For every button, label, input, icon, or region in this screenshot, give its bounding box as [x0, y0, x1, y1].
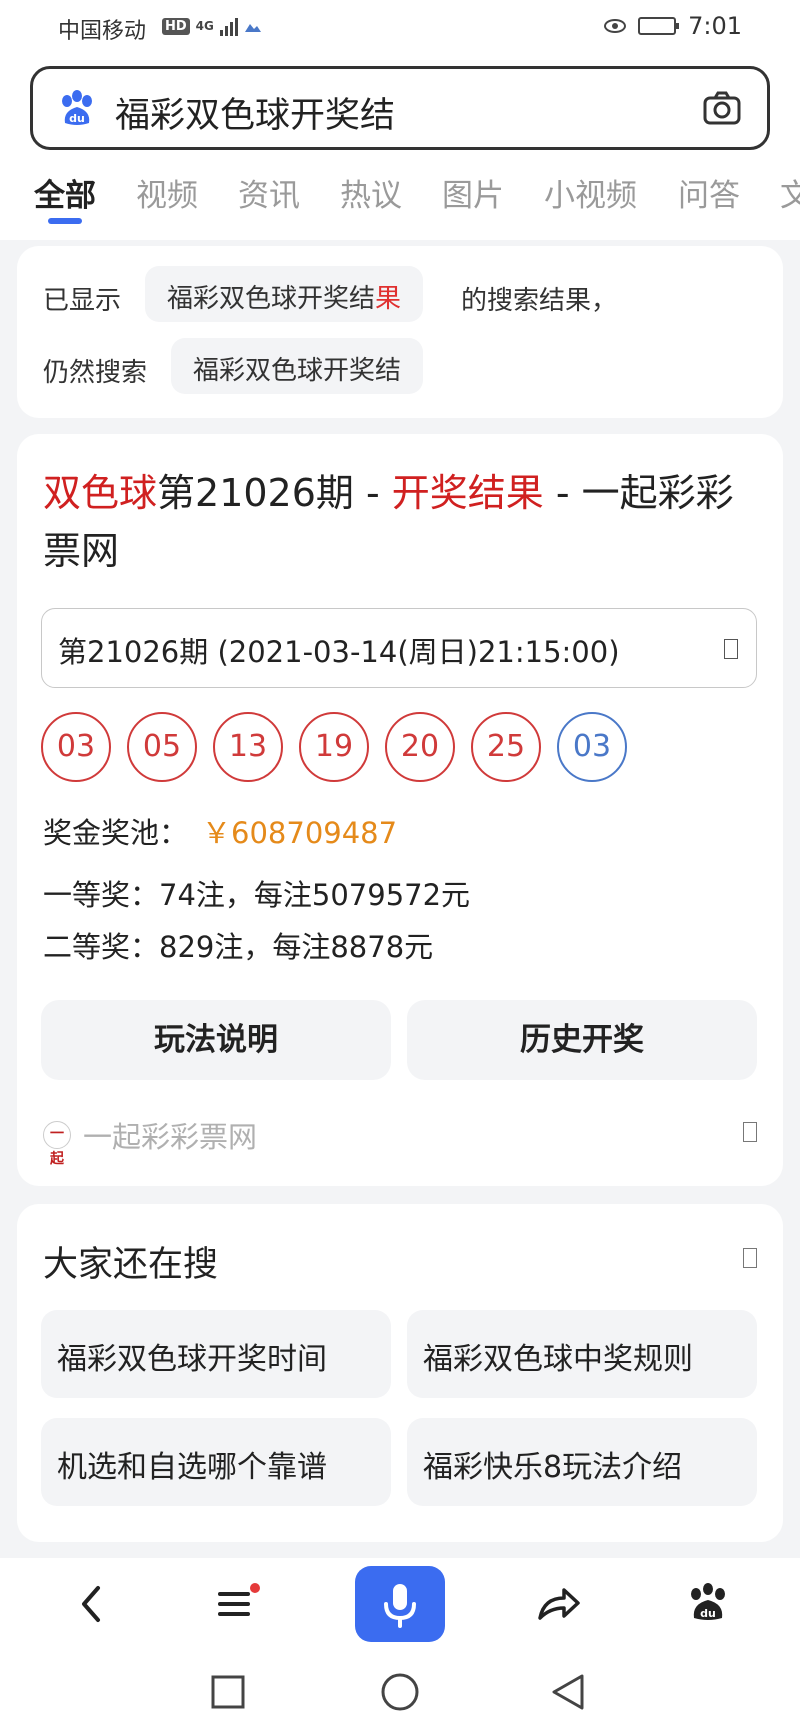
original-query-chip[interactable]: 福彩双色球开奖结: [171, 338, 424, 394]
title-highlight-1: 双色球: [43, 471, 158, 515]
correction-prefix: 已显示: [43, 286, 122, 316]
source-name: 一起彩彩票网: [83, 1120, 258, 1154]
svg-text:du: du: [700, 1607, 716, 1620]
tab-news[interactable]: 资讯: [238, 170, 300, 215]
source-link[interactable]: 一起 一起彩彩票网: [43, 1114, 258, 1167]
status-right: 7:01: [604, 12, 742, 40]
related-searches-card: 大家还在搜 福彩双色球开奖时间 福彩双色球中奖规则 机选和自选哪个靠谱 福彩快乐…: [17, 1204, 783, 1542]
tab-short-video[interactable]: 小视频: [544, 170, 637, 215]
eye-comfort-icon: [604, 19, 627, 33]
search-tabs: 全部 视频 资讯 热议 图片 小视频 问答 文: [0, 164, 800, 224]
tab-video[interactable]: 视频: [136, 170, 198, 215]
tab-images[interactable]: 图片: [442, 170, 504, 215]
related-search-item[interactable]: 机选和自选哪个靠谱: [41, 1418, 391, 1506]
baidu-paw-icon: du: [62, 90, 92, 125]
blue-ball: 03: [557, 712, 627, 782]
rules-button[interactable]: 玩法说明: [41, 1000, 391, 1080]
title-highlight-2: 开奖结果: [391, 471, 544, 515]
camera-icon[interactable]: [703, 91, 741, 125]
tab-hot-discussion[interactable]: 热议: [340, 170, 402, 215]
image-notification-icon: [244, 24, 261, 32]
red-ball: 20: [385, 712, 455, 782]
hd-icon: HD: [162, 17, 190, 35]
red-ball: 19: [299, 712, 369, 782]
search-input[interactable]: 福彩双色球开奖结: [115, 87, 395, 138]
red-ball: 03: [41, 712, 111, 782]
first-prize: 一等奖：74注，每注5079572元: [43, 878, 471, 912]
share-icon[interactable]: [534, 1572, 584, 1636]
more-options-icon[interactable]: [743, 1248, 757, 1268]
related-search-item[interactable]: 福彩双色球开奖时间: [41, 1310, 391, 1398]
battery-icon: [638, 17, 680, 35]
title-text-1: 第21026期 -: [157, 471, 392, 515]
related-search-item[interactable]: 福彩快乐8玩法介绍: [407, 1418, 757, 1506]
system-navigation-bar: [0, 1650, 800, 1734]
home-icon[interactable]: [380, 1672, 420, 1712]
draw-period-value: 第21026期 (2021-03-14(周日)21:15:00): [58, 635, 620, 669]
red-ball: 13: [213, 712, 283, 782]
source-logo: 一起: [43, 1121, 71, 1167]
recent-apps-icon[interactable]: [210, 1674, 246, 1710]
back-arrow-icon[interactable]: [70, 1572, 110, 1636]
corrected-char: 果: [375, 284, 402, 314]
voice-search-button[interactable]: [355, 1566, 445, 1642]
dropdown-icon: [724, 639, 738, 659]
clock: 7:01: [688, 12, 742, 40]
search-box[interactable]: du 福彩双色球开奖结: [30, 66, 770, 150]
query-correction-card: 已显示 福彩双色球开奖结果 的搜索结果， 仍然搜索 福彩双色球开奖结: [17, 246, 783, 418]
history-button[interactable]: 历史开奖: [407, 1000, 757, 1080]
lottery-result-card: 双色球第21026期 - 开奖结果 - 一起彩彩票网 第21026期 (2021…: [17, 434, 783, 1186]
tab-all[interactable]: 全部: [34, 170, 96, 215]
svg-text:du: du: [69, 112, 85, 125]
back-triangle-icon[interactable]: [550, 1672, 586, 1712]
red-ball: 05: [127, 712, 197, 782]
result-title-link[interactable]: 双色球第21026期 - 开奖结果 - 一起彩彩票网: [43, 464, 763, 580]
tab-qa[interactable]: 问答: [678, 170, 740, 215]
prize-pool-amount: ￥608709487: [202, 816, 398, 850]
network-indicators: HD 4G: [162, 16, 262, 36]
correction-suffix: 的搜索结果，: [461, 286, 618, 316]
bottom-toolbar: du: [0, 1558, 800, 1650]
signal-icon: [219, 16, 238, 36]
tab-more[interactable]: 文: [780, 170, 800, 215]
carrier-label: 中国移动: [58, 19, 147, 44]
network-type-label: 4G: [195, 19, 214, 33]
microphone-icon: [384, 1584, 416, 1628]
prize-pool-label: 奖金奖池：: [43, 816, 189, 850]
corrected-query-text: 福彩双色球开奖结: [167, 284, 376, 314]
corrected-query-chip[interactable]: 福彩双色球开奖结果: [145, 266, 424, 322]
draw-period-select[interactable]: 第21026期 (2021-03-14(周日)21:15:00): [41, 608, 757, 688]
top-area: 中国移动 HD 4G 7:01 du 福彩双色球开奖结 全部 视频 资讯 热议 …: [0, 0, 800, 240]
second-prize: 二等奖：829注，每注8878元: [43, 930, 434, 964]
winning-numbers: 03 05 13 19 20 25 03: [41, 712, 627, 782]
more-options-icon[interactable]: [743, 1122, 757, 1142]
related-heading: 大家还在搜: [43, 1245, 219, 1285]
menu-icon[interactable]: [214, 1572, 264, 1636]
related-search-item[interactable]: 福彩双色球中奖规则: [407, 1310, 757, 1398]
red-ball: 25: [471, 712, 541, 782]
prize-pool: 奖金奖池： ￥608709487: [43, 810, 397, 852]
active-tab-indicator: [48, 218, 82, 224]
still-search-label: 仍然搜索: [43, 358, 148, 388]
status-bar: 中国移动 HD 4G 7:01: [0, 0, 800, 56]
baidu-home-icon[interactable]: du: [686, 1572, 730, 1636]
